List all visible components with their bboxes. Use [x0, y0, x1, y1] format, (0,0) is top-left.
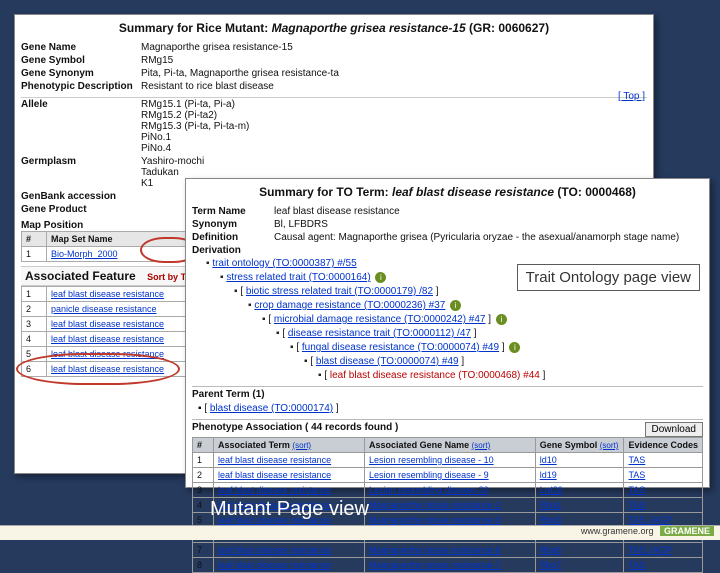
trait-ontology-callout: Trait Ontology page view	[517, 264, 700, 291]
row-phenotype: Phenotypic DescriptionResistant to rice …	[21, 80, 647, 93]
info-icon[interactable]: i	[375, 272, 386, 283]
parent-term-heading: Parent Term (1)	[192, 386, 703, 400]
table-row[interactable]: 8leaf blast disease resistanceMagnaporth…	[193, 558, 703, 573]
mutant-page-caption: Mutant Page view	[210, 498, 369, 521]
row-term-name: Term Nameleaf blast disease resistance	[192, 205, 703, 218]
row-allele: Allele RMg15.1 (Pi-ta, Pi-a) RMg15.2 (Pi…	[21, 98, 647, 155]
tree-node[interactable]: [ disease resistance trait (TO:0000112) …	[276, 327, 703, 383]
mutant-title: Summary for Rice Mutant: Magnaporthe gri…	[21, 21, 647, 35]
row-definition: DefinitionCausal agent: Magnaporthe gris…	[192, 231, 703, 244]
parent-term-item[interactable]: ▪ [ blast disease (TO:0000174) ]	[198, 402, 703, 416]
footer-url[interactable]: www.gramene.org	[581, 526, 654, 536]
sort-link[interactable]: (sort)	[600, 441, 619, 450]
to-term-summary-panel: Summary for TO Term: leaf blast disease …	[185, 178, 710, 488]
tree-node[interactable]: [ leaf blast disease resistance (TO:0000…	[318, 369, 703, 383]
row-synonym: SynonymBl, LFBDRS	[192, 218, 703, 231]
sort-link[interactable]: (sort)	[472, 441, 491, 450]
highlight-ellipse-icon	[16, 353, 180, 385]
row-gene-synonym: Gene SynonymPita, Pi-ta, Magnaporthe gri…	[21, 67, 647, 80]
download-button[interactable]: Download	[645, 422, 703, 437]
info-icon[interactable]: i	[450, 300, 461, 311]
table-row[interactable]: 1leaf blast disease resistanceLesion res…	[193, 453, 703, 468]
tree-node[interactable]: [ blast disease (TO:0000074) #49 ] [ lea…	[304, 355, 703, 383]
footer-bar: www.gramene.org GRAMENE	[0, 525, 720, 540]
tree-node[interactable]: [ biotic stress related trait (TO:000017…	[234, 285, 703, 383]
table-row[interactable]: 7leaf blast disease resistanceMagnaporth…	[193, 543, 703, 558]
tree-node[interactable]: [ microbial damage resistance (TO:000024…	[262, 313, 703, 383]
info-icon[interactable]: i	[496, 314, 507, 325]
tree-node[interactable]: [ fungal disease resistance (TO:0000074)…	[290, 341, 703, 383]
row-derivation: Derivation	[192, 244, 703, 257]
tree-node[interactable]: crop damage resistance (TO:0000236) #37 …	[248, 299, 703, 383]
gramene-logo[interactable]: GRAMENE	[660, 526, 714, 536]
table-row[interactable]: 3leaf blast disease resistanceLesion res…	[193, 483, 703, 498]
info-icon[interactable]: i	[509, 342, 520, 353]
phenotype-assoc-heading: Phenotype Association ( 44 records found…	[192, 419, 703, 433]
row-gene-name: Gene NameMagnaporthe grisea resistance-1…	[21, 41, 647, 54]
table-row[interactable]: 2leaf blast disease resistanceLesion res…	[193, 468, 703, 483]
sort-link[interactable]: (sort)	[292, 441, 311, 450]
row-gene-symbol: Gene SymbolRMg15	[21, 54, 647, 67]
top-anchor-link[interactable]: [ Top ]	[618, 91, 645, 102]
to-term-title: Summary for TO Term: leaf blast disease …	[192, 185, 703, 199]
